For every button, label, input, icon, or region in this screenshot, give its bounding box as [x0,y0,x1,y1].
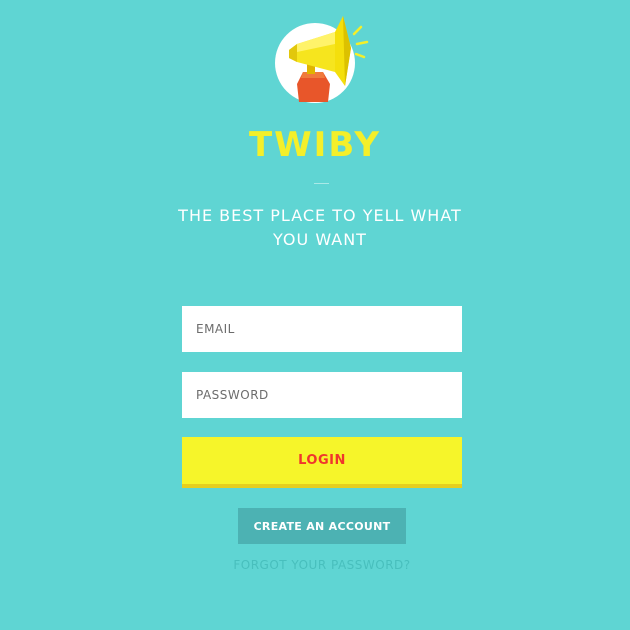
tagline: THE BEST PLACE TO YELL WHAT YOU WANT [178,206,462,249]
forgot-password-link[interactable]: FORGOT YOUR PASSWORD? [0,558,630,572]
brand-name: TWIBY [248,125,382,165]
email-field[interactable] [182,306,462,352]
title-divider [314,183,329,184]
login-button[interactable]: LOGIN [182,437,462,488]
megaphone-icon [289,16,369,102]
create-account-button[interactable]: CREATE AN ACCOUNT [238,508,406,544]
password-field[interactable] [182,372,462,418]
